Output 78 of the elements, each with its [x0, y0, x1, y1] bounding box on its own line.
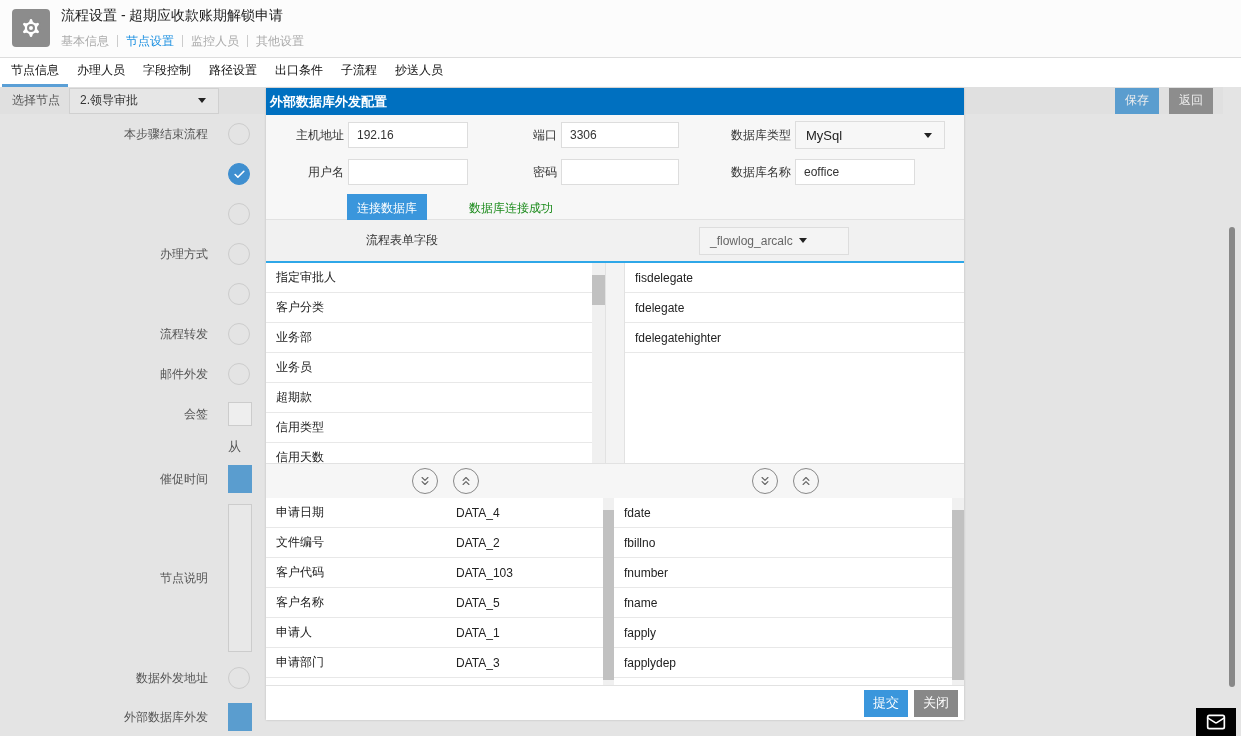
field-label: 数据库类型: [730, 126, 791, 144]
table-cell-text: DATA_2: [455, 535, 501, 550]
table-cell-text: DATA_4: [455, 505, 501, 520]
envelope-icon: [1206, 712, 1226, 732]
field-label: 用户名: [307, 163, 344, 181]
action-button[interactable]: [228, 465, 252, 493]
check-icon: [232, 167, 246, 181]
list-item[interactable]: 超期款: [266, 383, 592, 413]
tab[interactable]: 出口条件: [266, 57, 332, 87]
tab[interactable]: 字段控制: [134, 57, 200, 87]
list-item[interactable]: 信用类型: [266, 413, 592, 443]
list-item[interactable]: fdelegate: [625, 293, 964, 323]
checkbox[interactable]: [228, 402, 252, 426]
tab[interactable]: 抄送人员: [386, 57, 452, 87]
field-label: 流程转发: [159, 325, 209, 343]
action-button[interactable]: [228, 703, 252, 731]
field-label: 数据外发地址: [135, 669, 209, 687]
table-cell-text: fapply: [623, 625, 658, 640]
table-cell-text: DATA_3: [455, 655, 501, 670]
page-title: 流程设置 - 超期应收款账期解锁申请: [61, 6, 285, 25]
list-item[interactable]: 客户分类: [266, 293, 592, 323]
input-field[interactable]: [561, 159, 679, 185]
list-item[interactable]: 业务部: [266, 323, 592, 353]
field-label: 外部数据库外发: [123, 708, 209, 726]
mail-button[interactable]: [1196, 708, 1236, 736]
range-text: 从: [228, 438, 241, 456]
mapping-label: 流程表单字段: [365, 232, 439, 249]
field-label: 本步骤结束流程: [123, 125, 209, 143]
input-field[interactable]: eoffice: [795, 159, 915, 185]
tab[interactable]: 子流程: [332, 57, 386, 87]
field-label: 办理方式: [159, 245, 209, 263]
tab[interactable]: 办理人员: [68, 57, 134, 87]
field-label: 催促时间: [159, 470, 209, 488]
field-label: 节点说明: [159, 569, 209, 587]
scrollbar[interactable]: [952, 498, 964, 685]
input-field[interactable]: 192.16: [348, 122, 468, 148]
table-cell-text: DATA_103: [455, 565, 514, 580]
select-field[interactable]: MySql: [795, 121, 945, 149]
field-label: 数据库名称: [730, 163, 791, 181]
dialog-button[interactable]: 关闭: [914, 689, 958, 717]
table-cell-text: 申请人: [275, 624, 313, 641]
scrollbar[interactable]: [603, 498, 614, 685]
table-cell-text: fapplydep: [623, 655, 678, 670]
table-select[interactable]: _flowlog_arcalc: [699, 226, 849, 255]
table-cell-text: 申请部门: [275, 654, 325, 671]
table-cell-text: 客户代码: [275, 564, 325, 581]
node-select[interactable]: 2.领导审批: [69, 87, 219, 114]
list-item[interactable]: fdelegatehighter: [625, 323, 964, 353]
status-text: 数据库连接成功: [469, 199, 553, 217]
table-cell-text: fdate: [623, 505, 652, 520]
nav-link[interactable]: 节点设置: [126, 32, 174, 50]
dialog-title: 外部数据库外发配置: [266, 88, 964, 115]
list-item[interactable]: fisdelegate: [625, 263, 964, 293]
table-cell-text: fnumber: [623, 565, 670, 580]
radio-button[interactable]: [228, 163, 250, 185]
field-label: 密码: [532, 163, 557, 181]
list-item[interactable]: 业务员: [266, 353, 592, 383]
table-cell-text: 申请日期: [275, 504, 325, 521]
chevrons-down-icon: [418, 474, 432, 488]
field-label: 主机地址: [295, 126, 344, 144]
list-item[interactable]: 指定审批人: [266, 263, 592, 293]
table-cell-text: fname: [623, 595, 659, 610]
chevrons-up-icon: [459, 474, 473, 488]
input-field[interactable]: [348, 159, 468, 185]
input-field[interactable]: 3306: [561, 122, 679, 148]
settings-icon: [12, 9, 50, 48]
tab[interactable]: 路径设置: [200, 57, 266, 87]
rich-text-editor[interactable]: [228, 504, 252, 652]
field-label: 端口: [532, 126, 557, 144]
node-label: 选择节点: [12, 92, 61, 109]
table-cell-text: DATA_1: [455, 625, 501, 640]
table-cell-text: fbillno: [623, 535, 657, 550]
table-cell-text: 文件编号: [275, 534, 325, 551]
table-cell-text: 客户名称: [275, 594, 325, 611]
field-label: 会签: [183, 405, 209, 423]
table-cell-text: DATA_5: [455, 595, 501, 610]
scrollbar[interactable]: [592, 263, 605, 463]
field-label: 邮件外发: [159, 365, 209, 383]
